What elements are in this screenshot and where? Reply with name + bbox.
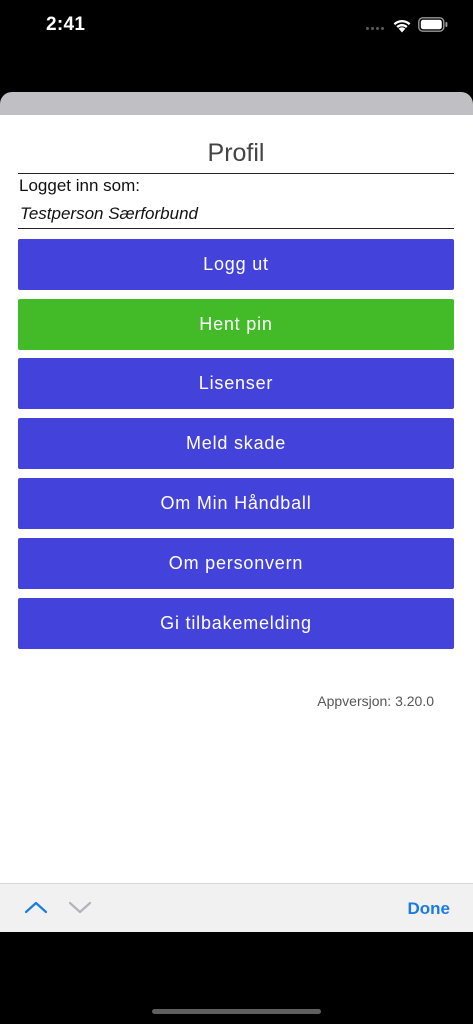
licenses-button[interactable]: Lisenser — [18, 358, 454, 409]
cellular-signal-icon — [366, 27, 384, 32]
feedback-button[interactable]: Gi tilbakemelding — [18, 598, 454, 649]
status-bar: 2:41 — [0, 0, 473, 54]
wifi-icon — [393, 19, 411, 33]
screen: 2:41 Profil Logget inn som: Testperson S… — [0, 0, 473, 1024]
chevron-down-icon[interactable] — [68, 900, 92, 914]
chevron-up-icon[interactable] — [24, 900, 48, 914]
home-indicator — [152, 1009, 321, 1014]
page-title: Profil — [18, 139, 454, 174]
status-time: 2:41 — [46, 14, 86, 35]
logged-in-label: Logget inn som: — [19, 176, 140, 195]
about-app-button[interactable]: Om Min Håndball — [18, 478, 454, 529]
report-injury-button[interactable]: Meld skade — [18, 418, 454, 469]
keyboard-accessory-bar: Done — [0, 883, 473, 932]
done-button[interactable]: Done — [408, 899, 451, 919]
battery-icon — [418, 17, 448, 32]
user-name-field[interactable]: Testperson Særforbund — [18, 201, 454, 229]
logout-button[interactable]: Logg ut — [18, 239, 454, 290]
get-pin-button[interactable]: Hent pin — [18, 299, 454, 350]
privacy-button[interactable]: Om personvern — [18, 538, 454, 589]
app-version: Appversjon: 3.20.0 — [317, 693, 434, 709]
